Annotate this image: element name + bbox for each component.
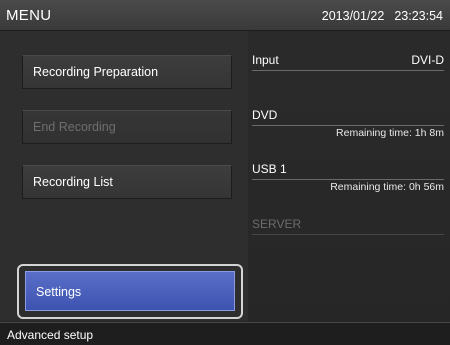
footer-hint-bar: Advanced setup — [0, 322, 450, 345]
footer-hint: Advanced setup — [7, 328, 94, 342]
usb1-remaining-time: Remaining time: 0h 56m — [330, 181, 444, 193]
time-text: 23:23:54 — [394, 9, 443, 23]
input-label: Input — [252, 53, 279, 67]
usb1-status-row: USB 1 — [252, 162, 444, 180]
title-bar: MENU 2013/01/22 23:23:54 — [0, 0, 450, 31]
input-status-row: Input DVI-D — [252, 53, 444, 71]
dvd-remaining-time: Remaining time: 1h 8m — [336, 127, 444, 139]
date-time-display: 2013/01/22 23:23:54 — [322, 9, 443, 23]
dvd-status-row: DVD — [252, 108, 444, 126]
server-status-row: SERVER — [252, 217, 444, 235]
status-panel: Input DVI-D DVD Remaining time: 1h 8m US… — [250, 31, 450, 321]
recording-list-button[interactable]: Recording List — [22, 165, 232, 199]
dvd-label: DVD — [252, 108, 278, 122]
date-text: 2013/01/22 — [321, 9, 385, 23]
settings-button[interactable]: Settings — [25, 271, 235, 311]
server-label: SERVER — [252, 217, 302, 231]
recording-preparation-button[interactable]: Recording Preparation — [22, 55, 232, 89]
input-value: DVI-D — [411, 53, 444, 67]
page-title: MENU — [6, 7, 52, 24]
end-recording-button[interactable]: End Recording — [22, 110, 232, 144]
usb1-label: USB 1 — [252, 162, 287, 176]
menu-screen: MENU 2013/01/22 23:23:54 Recording Prepar… — [0, 0, 450, 345]
